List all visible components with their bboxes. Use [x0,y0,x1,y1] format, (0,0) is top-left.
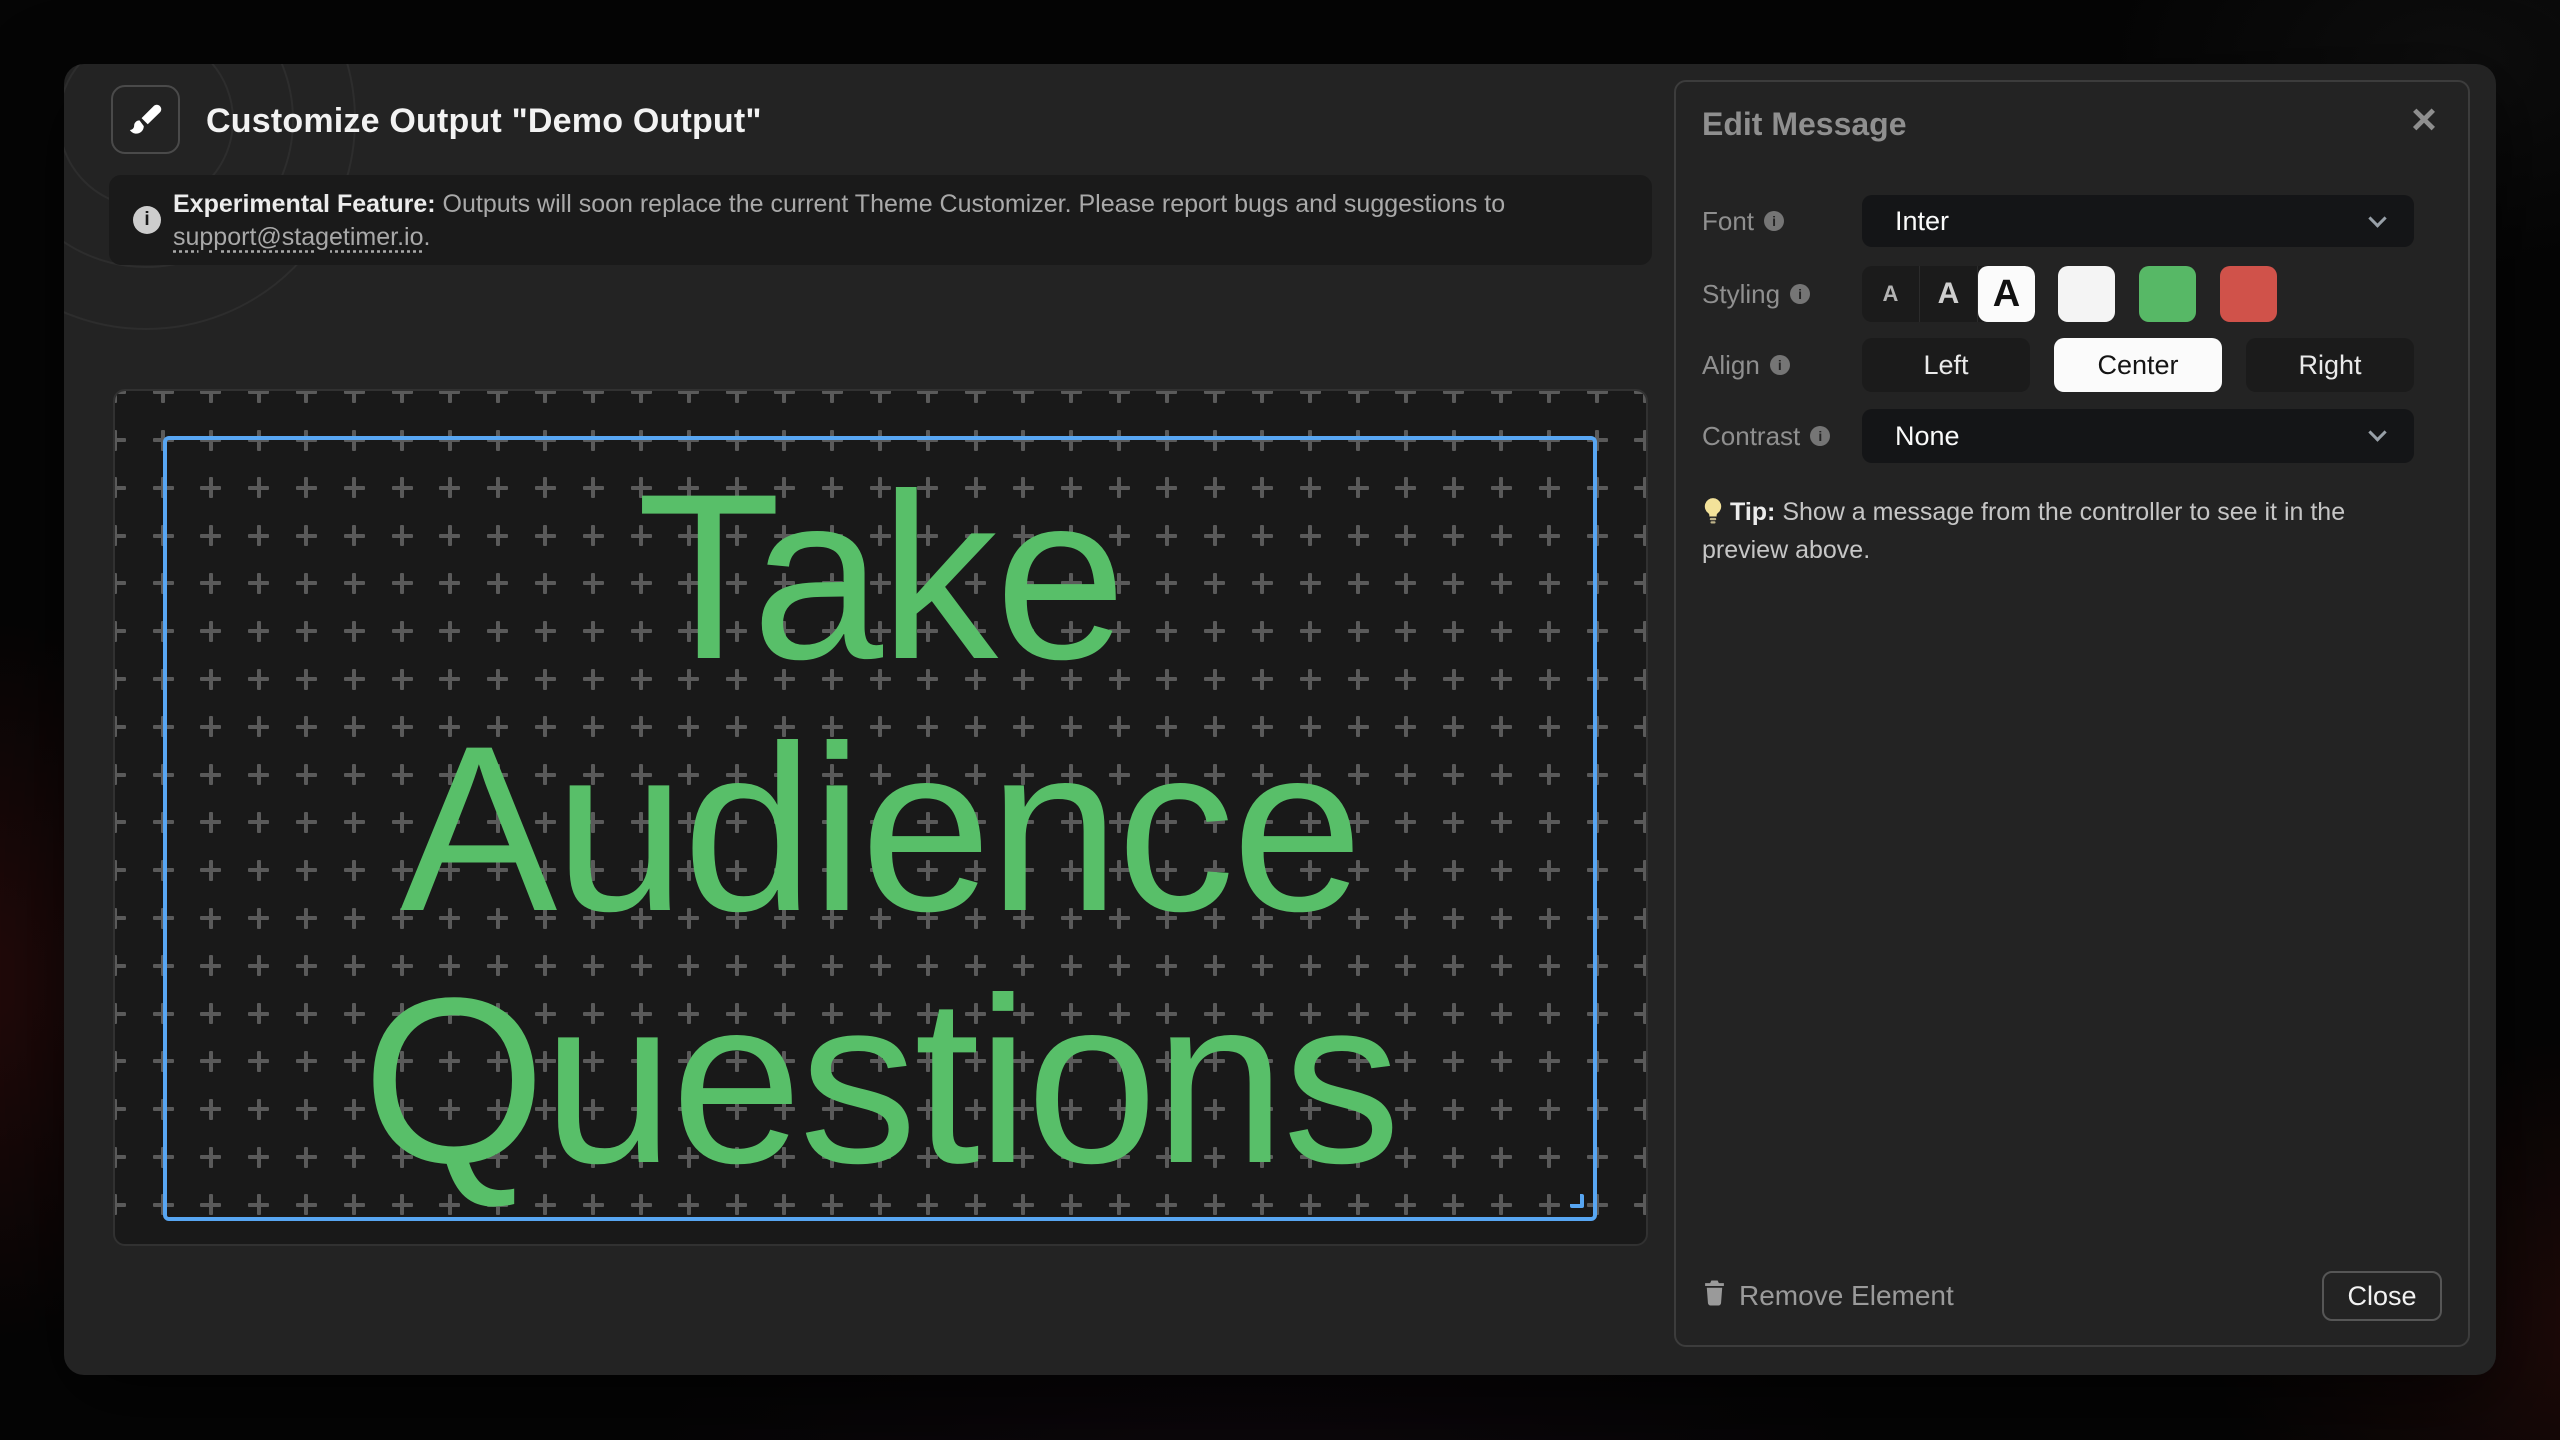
chevron-down-icon [2368,423,2386,441]
info-icon: i [133,206,161,234]
tip-body: Show a message from the controller to se… [1702,498,2345,564]
align-center-button[interactable]: Center [2054,338,2222,392]
text-size-group: A A A [1862,266,2035,322]
info-icon: i [1770,355,1790,375]
font-label: Font [1702,206,1754,237]
remove-element-button[interactable]: Remove Element [1702,1279,1954,1314]
message-line: Take [637,451,1124,703]
paintbrush-icon [111,85,180,154]
align-row: Align i Left Center Right [1702,338,2442,392]
contrast-label: Contrast [1702,421,1800,452]
app-background: { "window": { "title": "Customize Output… [0,0,2560,1440]
align-right-button[interactable]: Right [2246,338,2414,392]
page-title: Customize Output "Demo Output" [206,102,762,141]
styling-label: Styling [1702,279,1780,310]
resize-handle[interactable] [1570,1194,1584,1208]
message-line: Audience [400,703,1360,955]
selected-element[interactable]: Take Audience Questions [163,436,1597,1221]
font-select-value: Inter [1895,206,1949,237]
size-medium-button[interactable]: A [1920,266,1978,322]
tip-text: Tip: Show a message from the controller … [1702,496,2382,567]
trash-icon [1702,1279,1727,1314]
experimental-banner: i Experimental Feature: Outputs will soo… [109,175,1652,265]
tip-bold: Tip: [1730,498,1775,526]
remove-element-label: Remove Element [1739,1280,1954,1312]
close-icon[interactable]: × [2398,94,2450,146]
info-icon: i [1790,284,1810,304]
output-preview: Take Audience Questions [113,389,1648,1246]
contrast-row: Contrast i None [1702,409,2442,463]
close-button[interactable]: Close [2322,1271,2442,1321]
banner-bold: Experimental Feature: [173,190,436,218]
banner-body: Outputs will soon replace the current Th… [436,190,1506,218]
edit-message-panel: Edit Message × Font i Inter Styling i A [1674,80,2470,1347]
font-select[interactable]: Inter [1862,195,2414,247]
customize-output-dialog: Customize Output "Demo Output" i Experim… [64,64,2496,1375]
size-small-button[interactable]: A [1862,266,1920,322]
font-row: Font i Inter [1702,195,2442,247]
contrast-select-value: None [1895,421,1960,452]
panel-title: Edit Message [1702,106,1907,143]
banner-suffix: . [424,223,431,251]
info-icon: i [1764,211,1784,231]
contrast-select[interactable]: None [1862,409,2414,463]
message-line: Questions [362,955,1398,1207]
align-left-button[interactable]: Left [1862,338,2030,392]
banner-text: Experimental Feature: Outputs will soon … [173,188,1603,254]
color-swatch-green[interactable] [2139,266,2196,322]
size-large-button[interactable]: A [1978,266,2035,322]
chevron-down-icon [2368,209,2386,227]
panel-footer: Remove Element Close [1702,1271,2442,1321]
lightbulb-icon [1702,497,1724,534]
styling-row: Styling i A A A [1702,266,2442,322]
info-icon: i [1810,426,1830,446]
color-swatch-white[interactable] [2058,266,2115,322]
color-swatch-red[interactable] [2220,266,2277,322]
support-email-link[interactable]: support@stagetimer.io [173,223,424,251]
align-label: Align [1702,350,1760,381]
